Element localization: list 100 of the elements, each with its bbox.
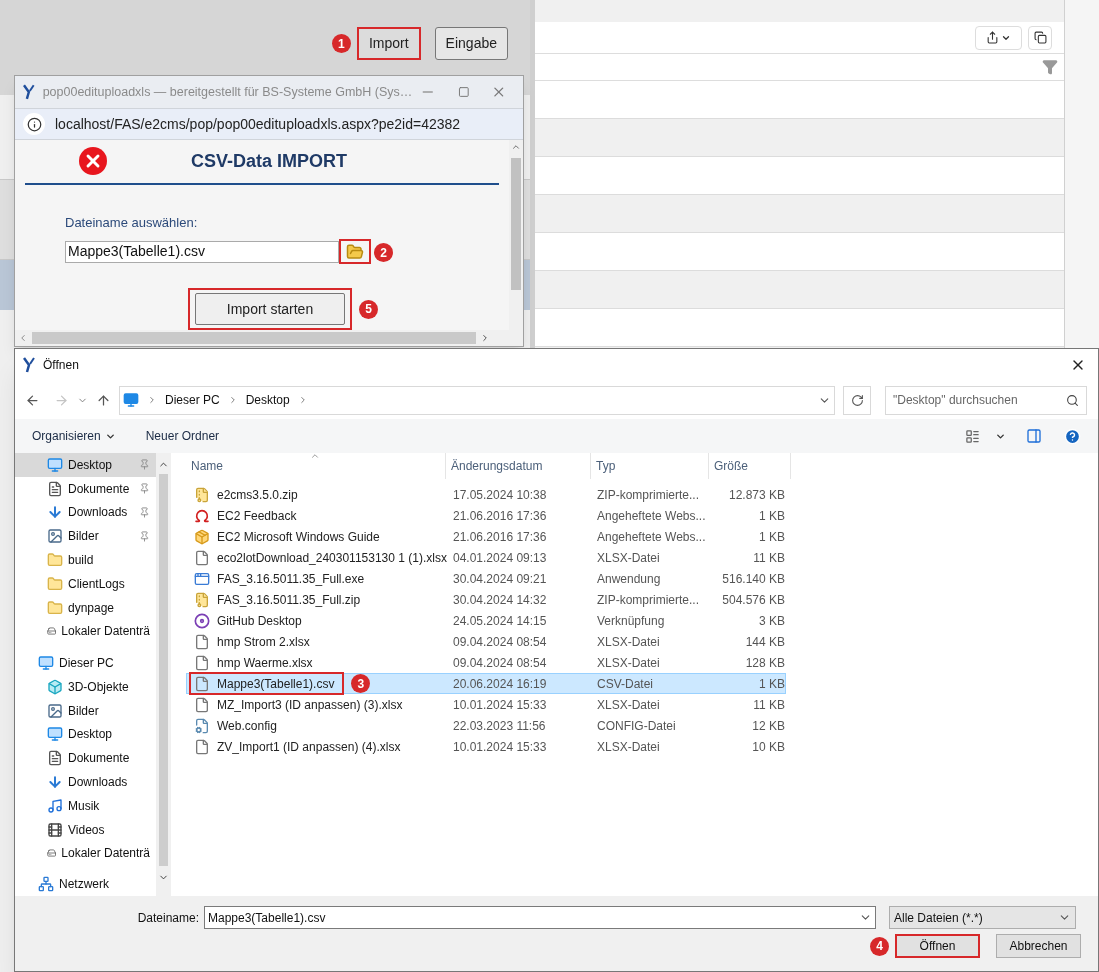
nav-item[interactable]: Netzwerk (15, 872, 156, 896)
file-row[interactable]: MZ_Import3 (ID anpassen) (3).xlsx 10.01.2024 15:33 XLSX-Datei 11 KB (186, 694, 786, 715)
scroll-right-icon[interactable] (480, 333, 490, 344)
nav-scrollbar[interactable] (156, 453, 171, 896)
nav-item[interactable]: Desktop (15, 453, 156, 477)
file-size: 11 KB (752, 549, 785, 567)
nav-item[interactable]: Dokumente (15, 746, 156, 771)
pin-icon[interactable] (139, 459, 150, 471)
command-button[interactable]: Neuer Ordner (145, 427, 220, 445)
scroll-left-icon[interactable] (18, 333, 28, 344)
file-type: XLSX-Datei (596, 696, 661, 714)
file-row[interactable]: hmp Waerme.xlsx 09.04.2024 08:54 XLSX-Datei 128 KB (186, 652, 786, 673)
file-row[interactable]: e2cms3.5.0.zip 17.05.2024 10:38 ZIP-komprimierte... 12.873 KB (186, 484, 786, 505)
modified-date: 20.06.2024 16:19 (452, 675, 548, 693)
nav-item[interactable]: Dokumente (15, 476, 156, 501)
file-type: Anwendung (596, 570, 662, 588)
chevron-right-icon[interactable] (147, 395, 157, 405)
up-icon[interactable] (96, 392, 111, 408)
nav-item[interactable]: Dieser PC (15, 651, 156, 675)
file-row[interactable]: EC2 Microsoft Windows Guide 21.06.2016 17:36 Angeheftete Webs... 1 KB (186, 526, 786, 547)
column-header[interactable]: Name (186, 453, 446, 479)
file-row[interactable]: eco2lotDownload_240301153130 1 (1).xlsx 04.01.2024 09:13 XLSX-Datei 11 KB (186, 547, 786, 568)
view-options-icon[interactable] (965, 428, 980, 444)
forward-icon[interactable] (54, 392, 69, 408)
film-icon (47, 821, 63, 838)
search-field[interactable]: "Desktop" durchsuchen (885, 385, 1087, 415)
filter-icon[interactable] (1042, 59, 1058, 75)
file-size: 1 KB (758, 528, 785, 546)
file-icon (194, 696, 210, 713)
command-button[interactable]: Organisieren (32, 427, 116, 445)
file-name: Mappe3(Tabelle1).csv (217, 675, 335, 693)
nav-item[interactable]: Desktop (15, 722, 156, 747)
nav-item[interactable]: ClientLogs (15, 571, 156, 596)
filename-label: Dateiname: (136, 909, 200, 927)
file-type: Angeheftete Webs... (596, 528, 707, 546)
nav-item[interactable]: Lokaler Datenträ (15, 619, 156, 644)
file-type: ZIP-komprimierte... (596, 591, 700, 609)
import-start-button[interactable]: Import starten (195, 293, 345, 326)
file-size: 516.140 KB (721, 570, 785, 588)
copy-button[interactable] (1028, 25, 1052, 50)
breadcrumb-item[interactable]: Desktop (245, 391, 290, 409)
refresh-button[interactable] (843, 385, 871, 415)
column-header[interactable]: Größe (709, 453, 791, 479)
column-header[interactable]: Änderungsdatum (446, 453, 591, 479)
nav-item[interactable]: Bilder (15, 698, 156, 723)
maximize-icon[interactable] (457, 86, 470, 99)
horizontal-scrollbar[interactable] (15, 330, 523, 346)
help-icon[interactable] (1064, 427, 1081, 445)
folder-icon (47, 575, 63, 592)
file-type: Verknüpfung (596, 612, 666, 630)
file-row[interactable]: hmp Strom 2.xlsx 09.04.2024 08:54 XLSX-Datei 144 KB (186, 631, 786, 652)
nav-item[interactable]: Lokaler Datenträ (15, 841, 156, 866)
file-input[interactable]: Mappe3(Tabelle1).csv (65, 240, 339, 263)
back-icon[interactable] (25, 392, 40, 408)
file-type: ZIP-komprimierte... (596, 486, 700, 504)
browse-button[interactable] (339, 239, 371, 265)
file-row[interactable]: GitHub Desktop 24.05.2024 14:15 Verknüpfung 3 KB (186, 610, 786, 631)
dialog-button[interactable]: Abbrechen (996, 934, 1081, 958)
pin-icon[interactable] (139, 483, 150, 495)
nav-item[interactable]: Downloads (15, 500, 156, 525)
file-row[interactable]: Mappe3(Tabelle1).csv 3 20.06.2024 16:19 CSV-Datei 1 KB (186, 673, 786, 694)
file-name: EC2 Microsoft Windows Guide (217, 528, 380, 546)
nav-item[interactable]: Musik (15, 793, 156, 818)
field-label: Dateiname auswählen: (65, 213, 199, 232)
nav-item[interactable]: Videos (15, 817, 156, 842)
vertical-scrollbar[interactable] (509, 139, 523, 331)
file-row[interactable]: ZV_Import1 (ID anpassen) (4).xlsx 10.01.2024 15:33 XLSX-Datei 10 KB (186, 736, 786, 757)
modified-date: 30.04.2024 09:21 (452, 570, 548, 588)
nav-item[interactable]: build (15, 548, 156, 572)
pin-icon[interactable] (139, 530, 150, 542)
nav-item[interactable]: Downloads (15, 770, 156, 794)
modified-date: 04.01.2024 09:13 (452, 549, 548, 567)
file-row[interactable]: FAS_3.16.5011.35_Full.exe 30.04.2024 09:21 Anwendung 516.140 KB (186, 568, 786, 589)
package-icon (194, 528, 210, 545)
toolbar-button[interactable]: Import (356, 27, 421, 60)
cube-icon (47, 678, 63, 695)
preview-pane-icon[interactable] (1026, 428, 1042, 444)
folder-icon (47, 599, 63, 616)
file-size: 128 KB (744, 654, 785, 672)
file-name: hmp Waerme.xlsx (217, 654, 313, 672)
file-type: XLSX-Datei (596, 549, 661, 567)
file-row[interactable]: EC2 Feedback 21.06.2016 17:36 Angeheftete Webs... 1 KB (186, 505, 786, 526)
nav-item[interactable]: dynpage (15, 595, 156, 620)
file-row[interactable]: Web.config 22.03.2023 11:56 CONFIG-Datei 12 KB (186, 715, 786, 736)
filename-combobox[interactable]: Mappe3(Tabelle1).csv (204, 906, 876, 929)
nav-item[interactable]: 3D-Objekte (15, 674, 156, 699)
file-row[interactable]: FAS_3.16.5011.35_Full.zip 30.04.2024 14:32 ZIP-komprimierte... 504.576 KB (186, 589, 786, 610)
export-button[interactable] (975, 25, 1022, 50)
filetype-select[interactable]: Alle Dateien (*.*) (889, 906, 1076, 929)
nav-item[interactable]: Bilder (15, 524, 156, 549)
file-name: Web.config (217, 717, 277, 735)
file-size: 504.576 KB (721, 591, 785, 609)
column-header[interactable]: Typ (591, 453, 709, 479)
pin-icon[interactable] (139, 506, 150, 518)
toolbar-button[interactable]: Eingabe (434, 27, 508, 60)
dialog-button[interactable]: Öffnen (895, 934, 980, 958)
address-bar[interactable]: Dieser PC Desktop (119, 385, 835, 415)
file-name: eco2lotDownload_240301153130 1 (1).xlsx (217, 549, 447, 567)
zip-folder-icon (194, 486, 210, 503)
breadcrumb-item[interactable]: Dieser PC (165, 391, 220, 409)
